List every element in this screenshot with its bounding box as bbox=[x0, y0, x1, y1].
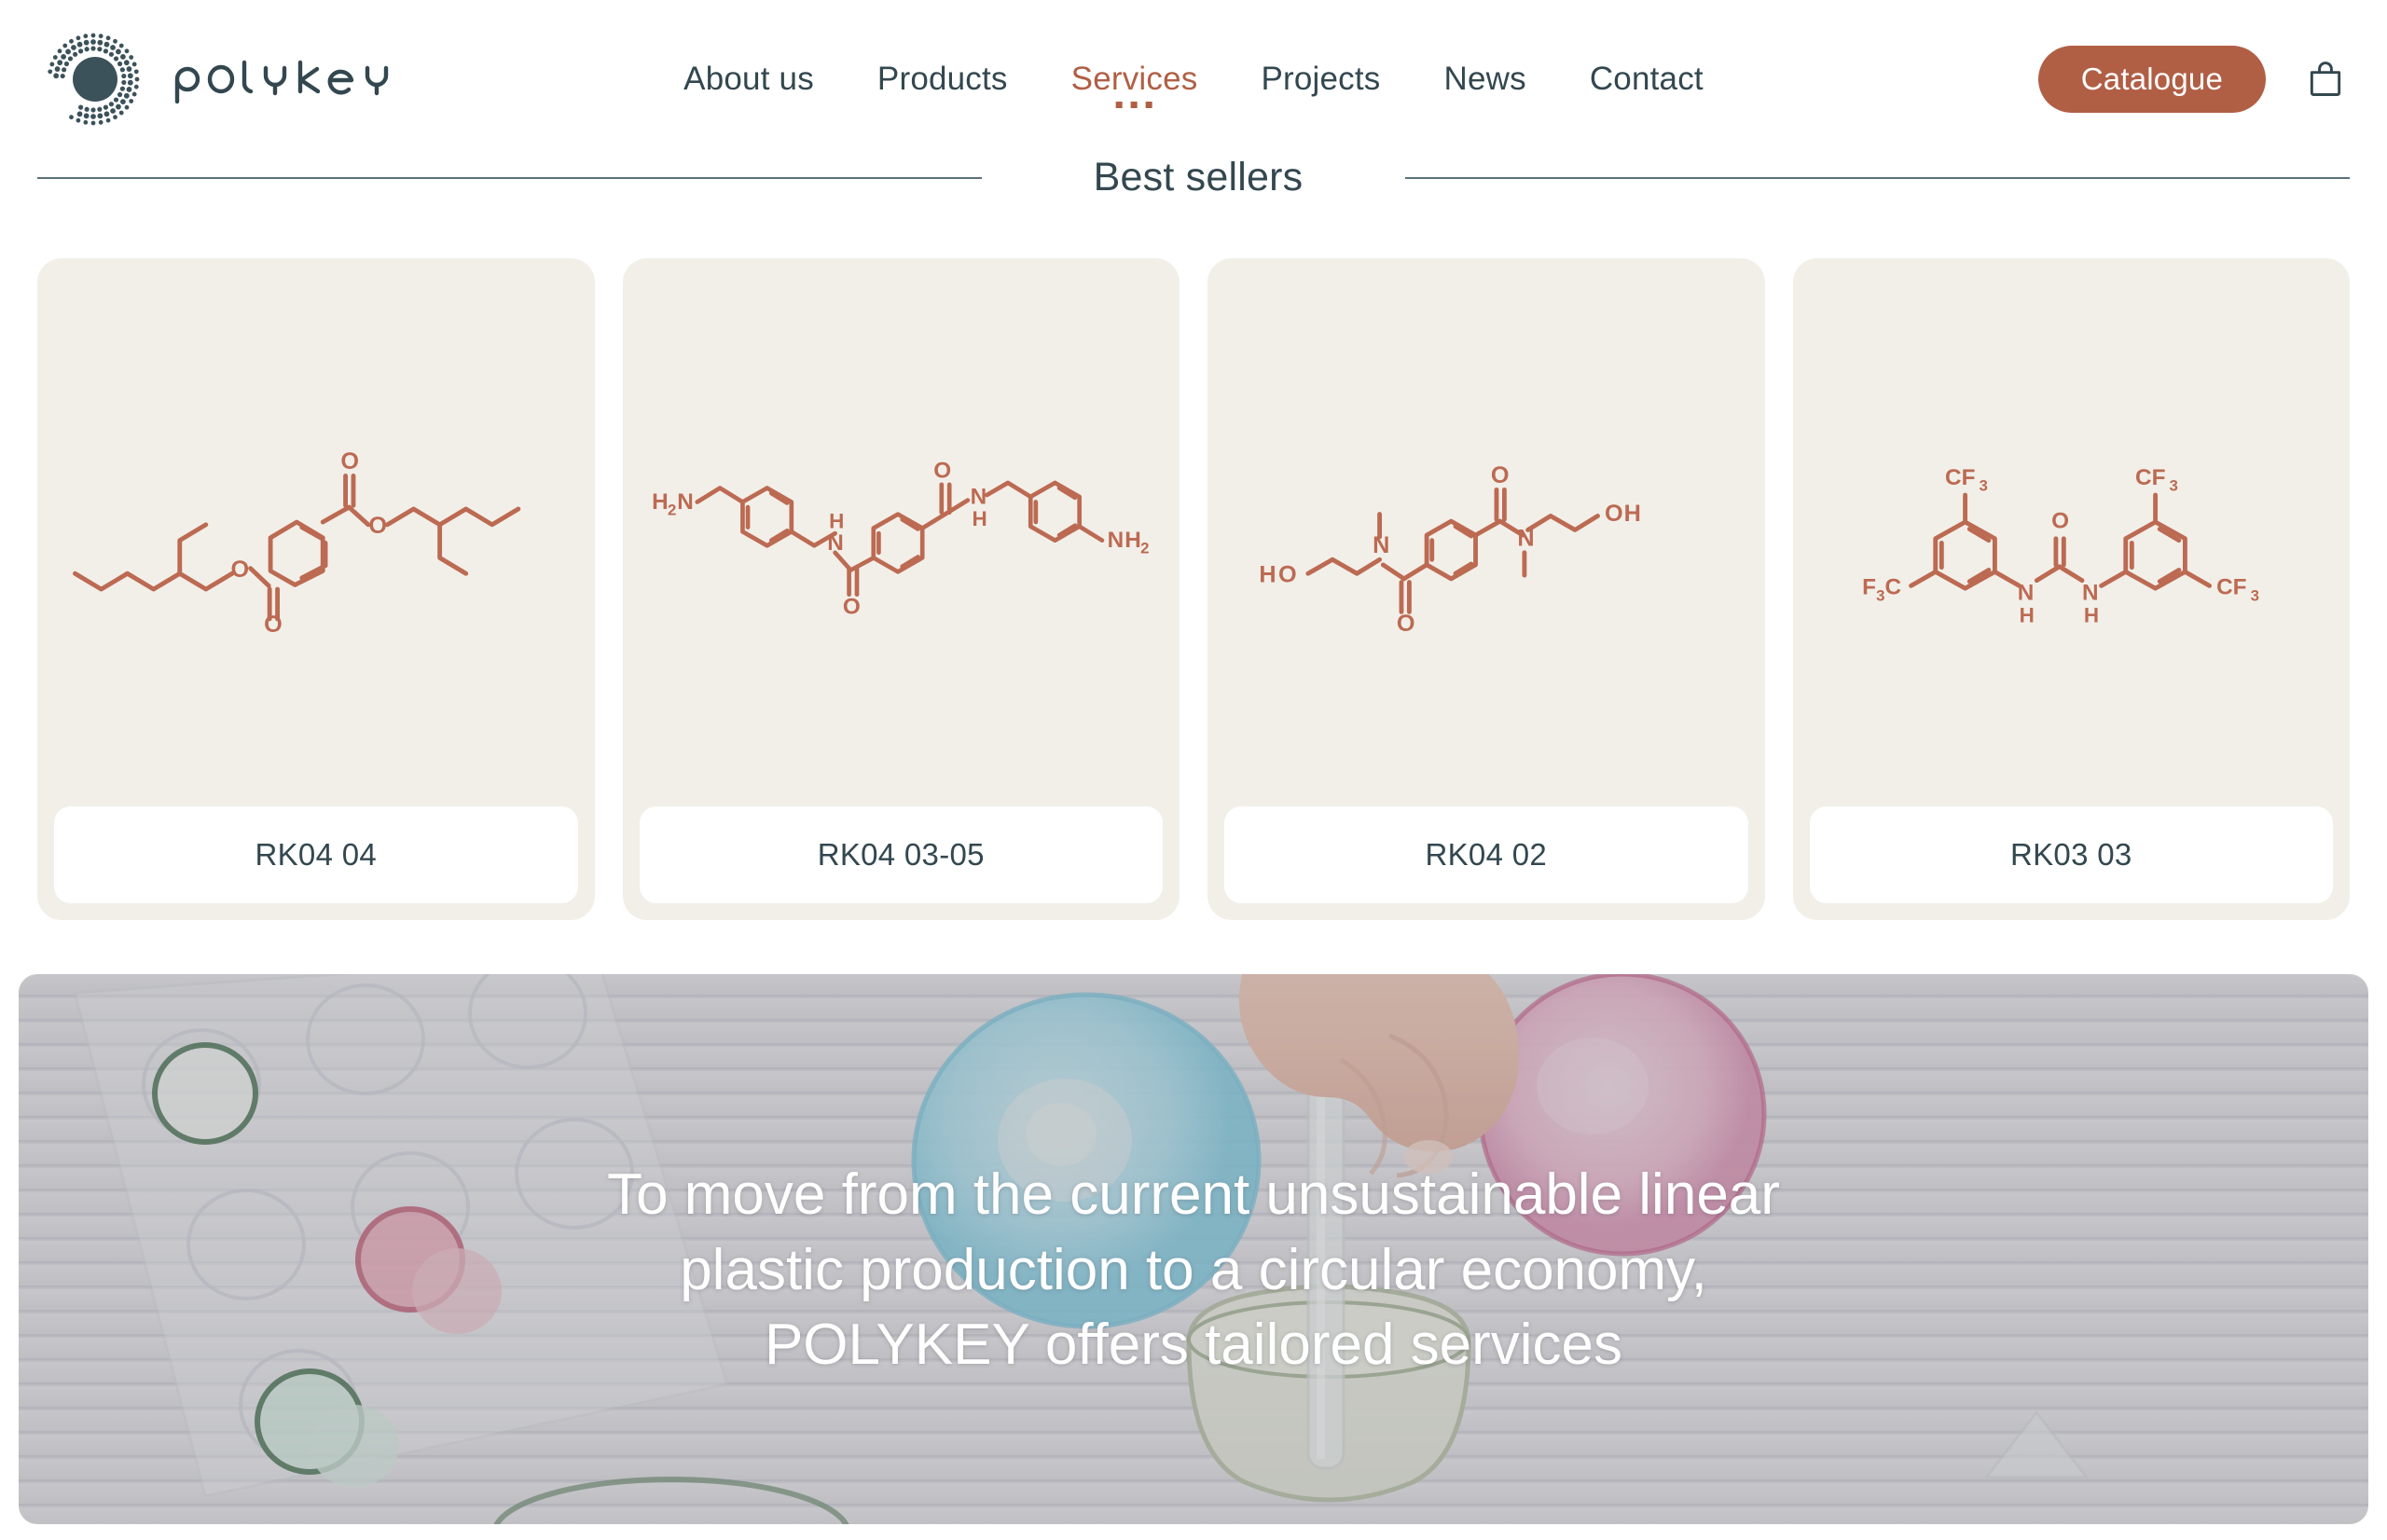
product-code: RK04 03-05 bbox=[639, 806, 1163, 903]
product-code: RK04 02 bbox=[1224, 806, 1748, 903]
svg-text:3: 3 bbox=[2250, 586, 2258, 604]
polykey-dotted-circle-logo bbox=[48, 33, 140, 126]
molecule-structure-rk03-03: CF 3 F3C NH O NH CF 3 CF 3 bbox=[1793, 258, 2351, 806]
svg-text:3: 3 bbox=[1979, 476, 1987, 494]
product-card[interactable]: O O O O RK04 04 bbox=[37, 258, 595, 920]
svg-text:N: N bbox=[1373, 532, 1389, 558]
divider-left bbox=[37, 176, 982, 179]
svg-text:N: N bbox=[970, 484, 987, 509]
nav-item-about-us[interactable]: About us bbox=[652, 61, 846, 98]
nav-label: Products bbox=[876, 61, 1008, 97]
product-card[interactable]: HO N O O N OH RK04 02 bbox=[1207, 258, 1765, 920]
svg-text:N: N bbox=[827, 530, 844, 556]
svg-text:CF: CF bbox=[1945, 465, 1975, 490]
svg-text:N: N bbox=[1517, 525, 1534, 551]
svg-text:N: N bbox=[2081, 580, 2098, 605]
svg-text:3: 3 bbox=[1876, 586, 1884, 604]
hero-headline-line-3: POLYKEY offers tailored services bbox=[764, 1313, 1623, 1378]
site-header: About us Products Services Projects News… bbox=[0, 0, 2387, 158]
nav-item-contact[interactable]: Contact bbox=[1558, 61, 1735, 98]
nav-label: Projects bbox=[1261, 61, 1381, 97]
main-navigation: About us Products Services Projects News… bbox=[652, 61, 1735, 108]
hero-headline: To move from the current unsustainable l… bbox=[19, 1158, 2368, 1383]
svg-text:H: H bbox=[972, 507, 987, 530]
best-sellers-card-list: O O O O RK04 04 H 2 N N H O O N H N H 2 … bbox=[0, 258, 2387, 920]
svg-text:H: H bbox=[829, 510, 844, 533]
nav-item-services[interactable]: Services bbox=[1040, 61, 1230, 108]
nav-label: Contact bbox=[1589, 61, 1704, 97]
divider-right bbox=[1405, 176, 2350, 179]
svg-text:O: O bbox=[1491, 462, 1510, 488]
active-nav-dots-indicator bbox=[1116, 102, 1153, 108]
svg-text:H: H bbox=[1259, 562, 1276, 588]
svg-text:H: H bbox=[2083, 604, 2098, 627]
hero-banner: To move from the current unsustainable l… bbox=[19, 974, 2368, 1524]
svg-text:C: C bbox=[1884, 575, 1901, 600]
molecule-structure-rk04-02: HO N O O N OH bbox=[1207, 258, 1765, 806]
svg-text:N: N bbox=[2017, 580, 2034, 605]
product-code: RK03 03 bbox=[1809, 806, 2333, 903]
svg-text:N: N bbox=[1107, 528, 1124, 553]
molecule-svg: O O O O bbox=[73, 448, 521, 633]
catalogue-button[interactable]: Catalogue bbox=[2037, 46, 2266, 113]
brand-logo[interactable] bbox=[41, 27, 449, 131]
nav-label: Services bbox=[1070, 61, 1198, 97]
molecule-svg: HO N O O N OH bbox=[1259, 462, 1641, 633]
svg-text:2: 2 bbox=[667, 502, 675, 519]
svg-text:O: O bbox=[1605, 501, 1623, 527]
shopping-bag-icon[interactable] bbox=[2305, 59, 2346, 100]
svg-text:N: N bbox=[677, 489, 694, 515]
molecule-structure-rk04-04: O O O O bbox=[37, 258, 595, 806]
nav-label: About us bbox=[683, 61, 814, 97]
molecule-svg: CF 3 F3C NH O NH CF 3 CF 3 bbox=[1862, 465, 2259, 627]
best-sellers-section-header: Best sellers bbox=[0, 155, 2387, 200]
svg-text:CF: CF bbox=[2216, 575, 2246, 600]
svg-text:H: H bbox=[1125, 528, 1141, 553]
nav-item-news[interactable]: News bbox=[1412, 61, 1557, 98]
svg-text:O: O bbox=[231, 557, 250, 583]
svg-text:F: F bbox=[1862, 575, 1876, 600]
product-code: RK04 04 bbox=[54, 806, 578, 903]
svg-text:O: O bbox=[2051, 509, 2069, 534]
hero-headline-line-1: To move from the current unsustainable l… bbox=[607, 1162, 1780, 1227]
svg-text:O: O bbox=[842, 594, 860, 619]
molecule-structure-rk04-03-05: H2N NH O O NH NH2 bbox=[623, 258, 1180, 806]
page-title: Best sellers bbox=[1093, 155, 1304, 199]
svg-text:3: 3 bbox=[2169, 476, 2177, 494]
header-actions: Catalogue bbox=[2037, 46, 2346, 113]
nav-item-projects[interactable]: Projects bbox=[1229, 61, 1412, 98]
svg-text:O: O bbox=[368, 513, 387, 539]
svg-text:H: H bbox=[1624, 501, 1641, 527]
svg-text:H: H bbox=[2019, 604, 2034, 627]
hero-headline-line-2: plastic production to a circular economy… bbox=[680, 1237, 1707, 1302]
nav-item-products[interactable]: Products bbox=[846, 61, 1040, 98]
product-card[interactable]: CF 3 F3C NH O NH CF 3 CF 3 RK03 03 bbox=[1792, 258, 2351, 920]
svg-text:O: O bbox=[1278, 562, 1297, 588]
svg-text:CF: CF bbox=[2135, 465, 2165, 490]
molecule-svg: H2N NH O O NH NH2 bbox=[652, 458, 1149, 619]
svg-text:2: 2 bbox=[1140, 540, 1149, 557]
product-card[interactable]: H2N NH O O NH NH2 RK04 03-05 bbox=[622, 258, 1180, 920]
svg-text:O: O bbox=[933, 458, 951, 483]
svg-text:O: O bbox=[1397, 611, 1415, 633]
polykey-wordmark bbox=[174, 60, 389, 103]
svg-text:O: O bbox=[264, 612, 283, 633]
svg-text:O: O bbox=[340, 448, 359, 474]
nav-label: News bbox=[1443, 61, 1526, 97]
svg-text:H: H bbox=[652, 489, 669, 515]
